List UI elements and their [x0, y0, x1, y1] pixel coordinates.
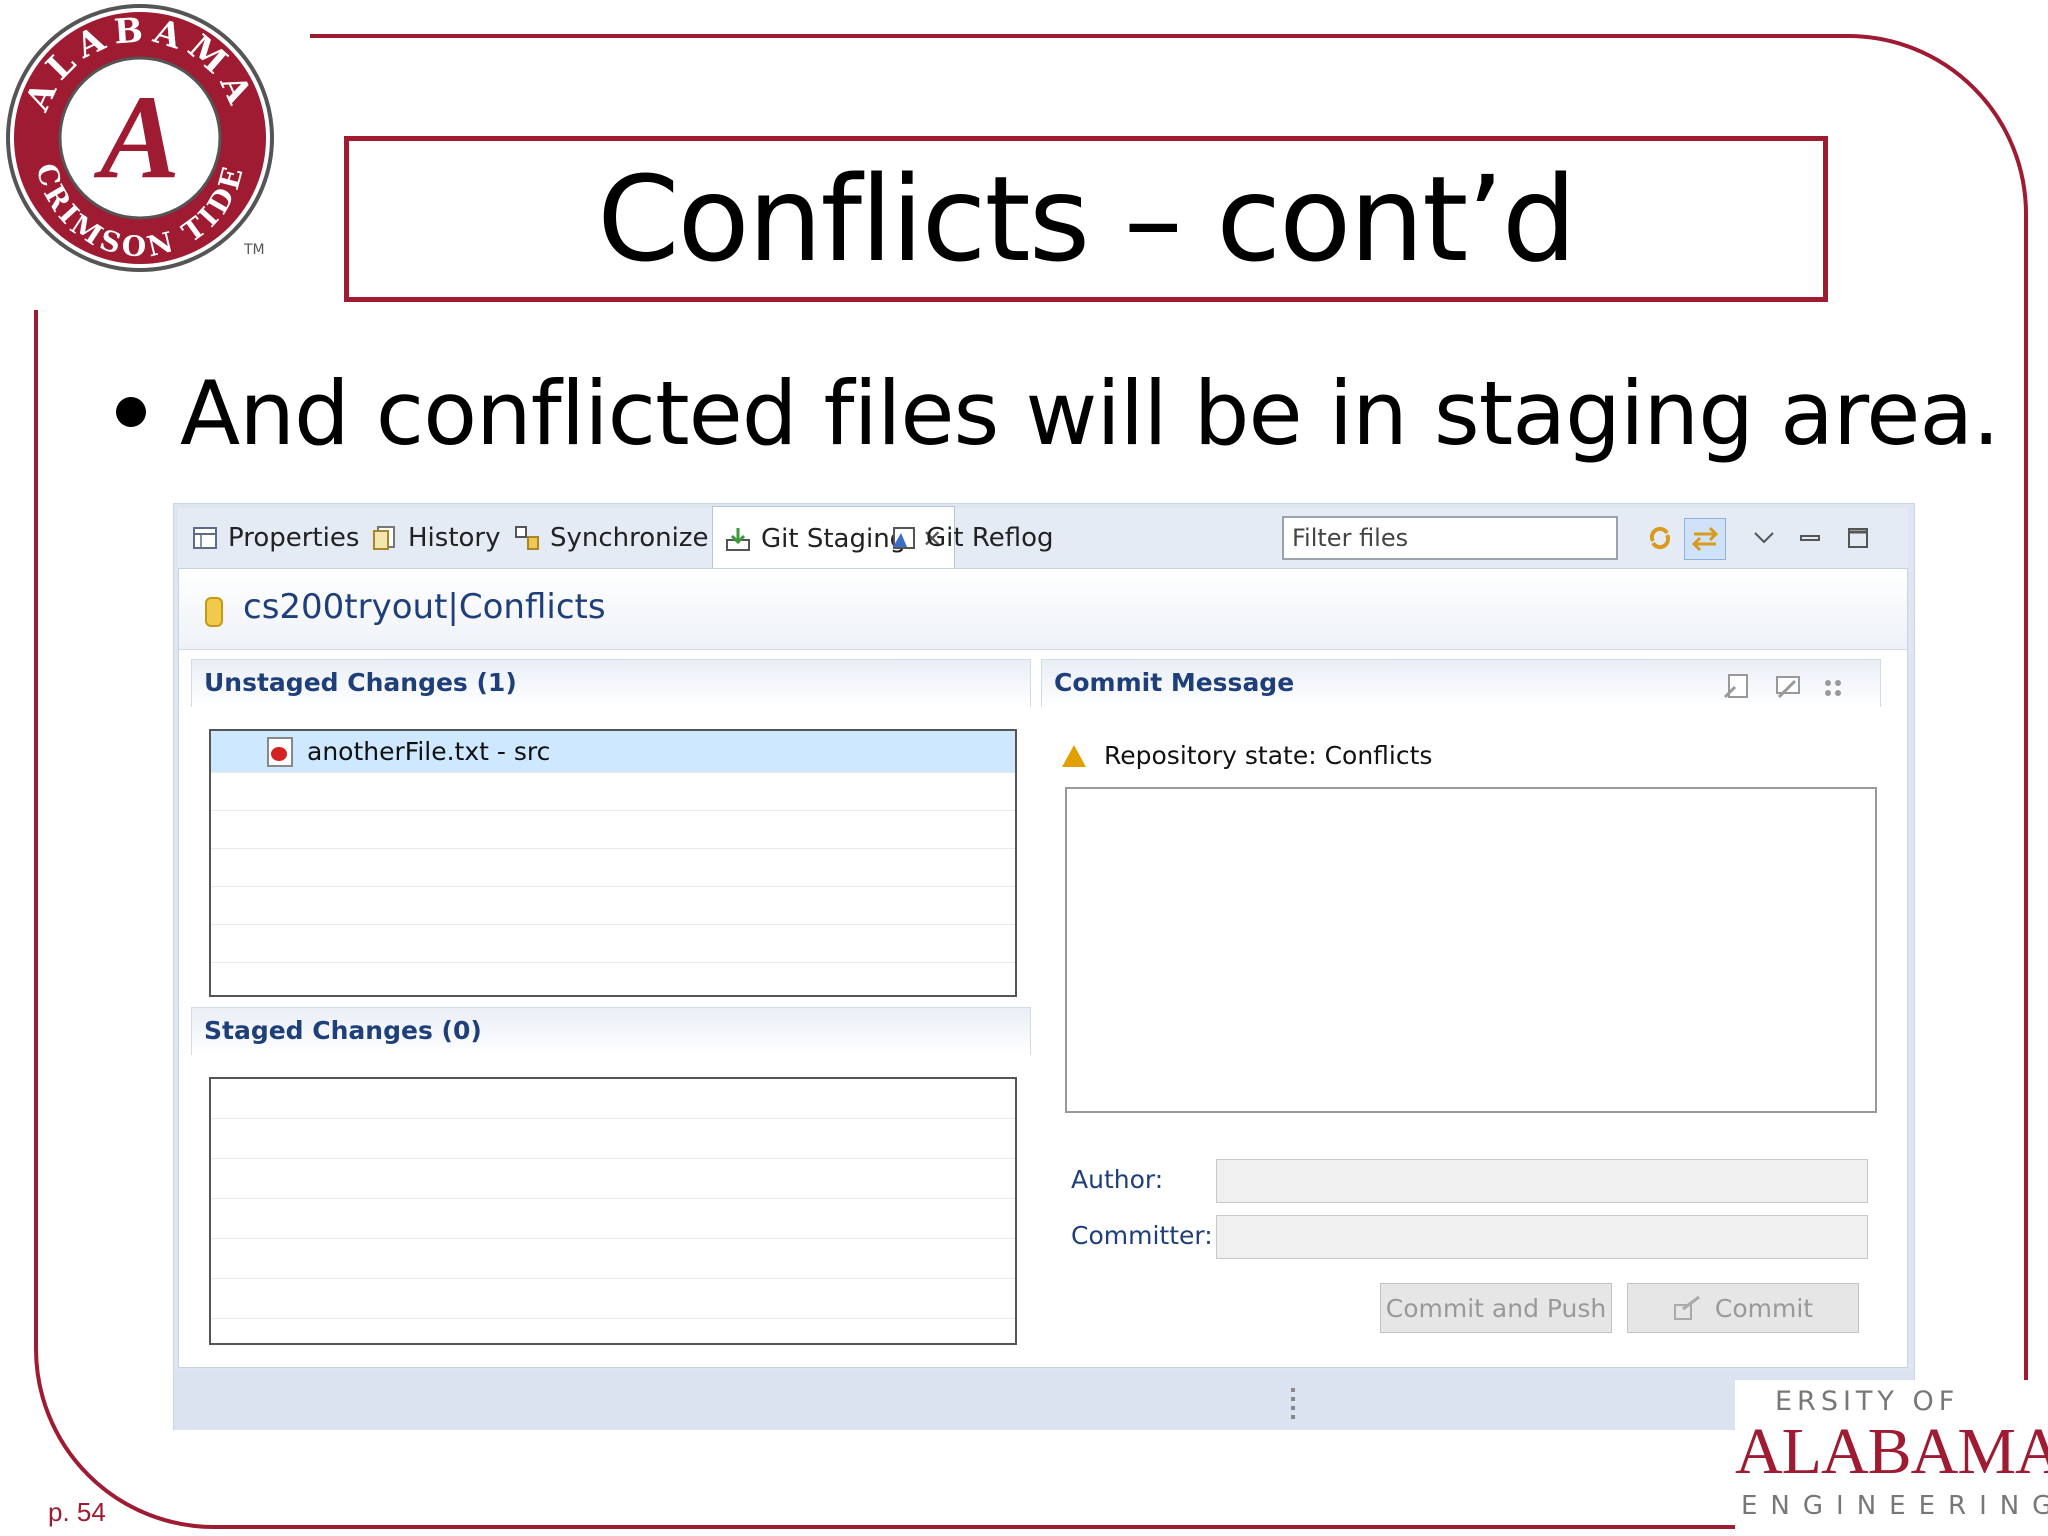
- staged-changes-header[interactable]: Staged Changes (0): [191, 1007, 1031, 1055]
- committer-field[interactable]: [1216, 1215, 1868, 1259]
- alabama-seal-logo: ALABAMA CRIMSON TIDE A TM: [6, 4, 274, 272]
- list-row-empty: [211, 1279, 1015, 1319]
- bullet-point: And conflicted files will be in staging …: [116, 362, 2000, 465]
- list-row-empty: [211, 925, 1015, 963]
- tab-label: Git Staging: [761, 523, 907, 554]
- warning-icon: [1062, 744, 1086, 767]
- link-with-selection-icon: [1691, 526, 1719, 552]
- logo-line2: ALABAMA: [1735, 1415, 2048, 1488]
- tab-label: Synchronize: [550, 523, 709, 553]
- list-row-empty: [211, 849, 1015, 887]
- repository-state-text: Repository state: Conflicts: [1104, 741, 1433, 770]
- list-row-empty: [211, 1159, 1015, 1199]
- amend-icon[interactable]: [1773, 671, 1803, 701]
- unstaged-changes-list: anotherFile.txt - src: [209, 729, 1017, 997]
- commit-message-textarea[interactable]: [1065, 787, 1877, 1113]
- refresh-button[interactable]: [1640, 518, 1680, 558]
- chevron-down-icon: [1754, 532, 1774, 544]
- author-label: Author:: [1071, 1165, 1164, 1194]
- tab-synchronize[interactable]: Synchronize: [514, 508, 709, 568]
- slide-title: Conflicts – cont’d: [597, 150, 1577, 288]
- link-with-selection-button[interactable]: [1684, 518, 1726, 560]
- synchronize-icon: [515, 526, 539, 550]
- view-tab-bar: Properties History Synchronize Git Stagi…: [178, 506, 1908, 570]
- svg-text:TM: TM: [243, 242, 265, 258]
- tab-label: Git Reflog: [926, 523, 1054, 553]
- slide-title-box: Conflicts – cont’d: [344, 136, 1828, 302]
- unstaged-changes-header[interactable]: Unstaged Changes (1): [191, 659, 1031, 707]
- list-row-empty: [211, 1119, 1015, 1159]
- svg-text:A: A: [93, 70, 180, 203]
- tab-label: Properties: [228, 523, 360, 553]
- view-menu-button[interactable]: [1744, 518, 1784, 558]
- maximize-icon: [1848, 528, 1868, 548]
- repository-bar: cs200tryout|Conflicts: [179, 569, 1907, 650]
- list-row-empty: [211, 1079, 1015, 1119]
- committer-label: Committer:: [1071, 1221, 1213, 1250]
- list-row-empty: [211, 1239, 1015, 1279]
- commit-label: Commit: [1714, 1293, 1814, 1323]
- tab-history[interactable]: History: [372, 508, 501, 568]
- commit-icon: [1673, 1295, 1700, 1320]
- properties-icon: [193, 527, 217, 549]
- bullet-dot: [116, 397, 146, 428]
- resize-grip[interactable]: [1291, 1388, 1295, 1422]
- repository-icon: [205, 597, 223, 627]
- minimize-button[interactable]: [1790, 518, 1830, 558]
- eclipse-git-staging-view: Properties History Synchronize Git Stagi…: [173, 503, 1915, 1430]
- list-row-empty: [211, 1199, 1015, 1239]
- repository-label: cs200tryout|Conflicts: [243, 587, 606, 627]
- author-field[interactable]: [1216, 1159, 1868, 1203]
- logo-line3: ENGINEERING: [1741, 1491, 2048, 1521]
- maximize-button[interactable]: [1838, 518, 1878, 558]
- repository-state: Repository state: Conflicts: [1062, 741, 1432, 770]
- bullet-text: And conflicted files will be in staging …: [180, 362, 2000, 465]
- file-name: anotherFile.txt - src: [307, 737, 551, 766]
- history-icon: [373, 526, 395, 550]
- list-item[interactable]: anotherFile.txt - src: [211, 731, 1015, 773]
- list-row-empty: [211, 887, 1015, 925]
- git-staging-icon: [726, 527, 750, 551]
- ua-engineering-logo: ERSITY OF ALABAMA ENGINEERING: [1735, 1380, 2048, 1530]
- refresh-icon: [1649, 526, 1671, 550]
- sign-off-icon[interactable]: [1723, 671, 1753, 701]
- git-reflog-icon: [893, 527, 915, 549]
- tab-git-reflog[interactable]: Git Reflog: [890, 508, 1054, 568]
- staging-content: cs200tryout|Conflicts Unstaged Changes (…: [178, 568, 1908, 1368]
- list-row-empty: [211, 773, 1015, 811]
- tab-label: History: [408, 523, 501, 553]
- drag-handle-icon[interactable]: [1823, 677, 1845, 699]
- bottom-strip: [174, 1372, 1914, 1430]
- tab-properties[interactable]: Properties: [192, 508, 359, 568]
- commit-message-label: Commit Message: [1054, 668, 1295, 697]
- filter-files-input[interactable]: Filter files: [1282, 516, 1618, 560]
- commit-message-header: Commit Message: [1041, 659, 1881, 707]
- staged-changes-list: [209, 1077, 1017, 1345]
- minimize-icon: [1800, 535, 1820, 541]
- page-number: p. 54: [48, 1497, 106, 1527]
- commit-button[interactable]: Commit: [1627, 1283, 1859, 1333]
- commit-and-push-button[interactable]: Commit and Push: [1380, 1283, 1612, 1333]
- logo-line1: ERSITY OF: [1775, 1386, 1960, 1417]
- list-row-empty: [211, 811, 1015, 849]
- conflict-file-icon: [267, 736, 293, 767]
